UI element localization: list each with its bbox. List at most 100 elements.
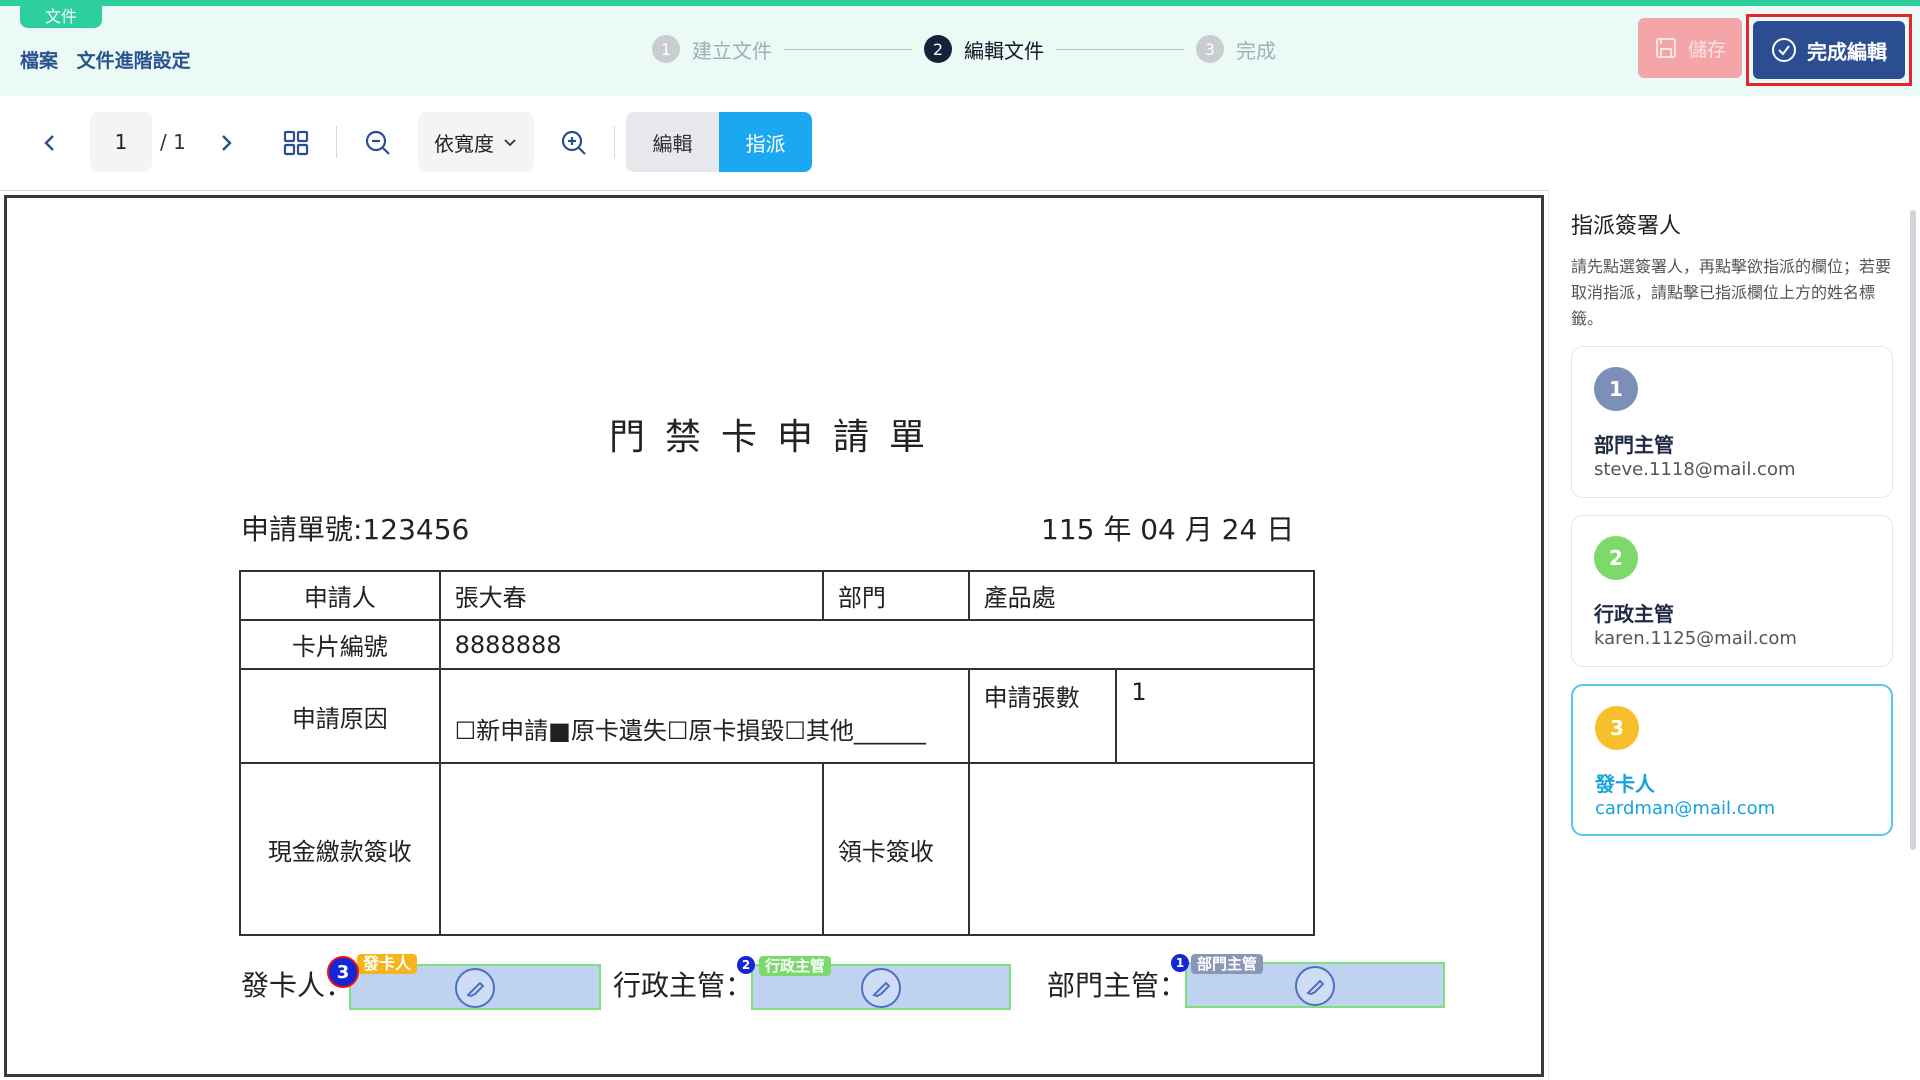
toolbar-divider [614, 126, 615, 158]
step-connector [1056, 48, 1184, 50]
label-cash-sign: 現金繳款簽收 [239, 762, 441, 936]
chevron-left-icon [44, 135, 54, 151]
form-number: 申請單號:123456 [241, 513, 470, 546]
pen-icon [872, 981, 891, 998]
label-reason: 申請原因 [239, 668, 441, 764]
save-button[interactable]: 儲存 [1638, 18, 1742, 78]
step-connector [784, 48, 912, 50]
pen-icon [466, 981, 485, 998]
zoom-out-button[interactable] [358, 124, 398, 162]
thumbnail-grid-button[interactable] [276, 124, 316, 162]
panel-title: 指派簽署人 [1571, 214, 1682, 239]
step-finish: 3 完成 [1196, 35, 1276, 64]
assignee-number-badge: 2 [737, 956, 755, 974]
page-total: / 1 [160, 130, 186, 154]
label-applicant: 申請人 [239, 570, 441, 621]
breadcrumb-item-advanced-settings: 文件進階設定 [76, 50, 191, 72]
panel-scrollbar[interactable] [1910, 210, 1916, 850]
step-number: 2 [924, 35, 952, 63]
signer-number-badge: 1 [1594, 367, 1638, 411]
form-date: 115 年 04 月 24 日 [1041, 513, 1295, 546]
save-icon [1655, 38, 1676, 58]
signer-number-badge: 3 [1595, 706, 1639, 750]
chevron-down-icon [504, 139, 516, 147]
header-accent-bar [0, 0, 1920, 6]
value-count: 1 [1115, 668, 1315, 764]
next-page-button[interactable] [206, 128, 246, 158]
signer-number-badge: 2 [1594, 536, 1638, 580]
label-department: 部門 [821, 570, 970, 621]
signature-pen-icon [861, 968, 901, 1008]
signer-email: cardman@mail.com [1595, 798, 1776, 819]
check-circle-icon [1772, 38, 1796, 62]
signer-email: steve.1118@mail.com [1594, 459, 1796, 480]
signer-role: 部門主管 [1594, 433, 1674, 457]
zoom-out-icon [365, 130, 390, 155]
zoom-in-icon [561, 130, 586, 155]
step-number: 3 [1196, 35, 1224, 63]
assignee-tag-issuer[interactable]: 發卡人 [357, 954, 418, 974]
mode-edit-button[interactable]: 編輯 [626, 112, 719, 172]
step-label: 建立文件 [692, 38, 772, 63]
prev-page-button[interactable] [30, 128, 70, 158]
document-page: 門禁卡申請單 申請單號:123456 115 年 04 月 24 日 申請人 張… [4, 195, 1544, 1077]
mode-assign-button[interactable]: 指派 [719, 112, 812, 172]
label-card-no: 卡片編號 [239, 619, 441, 670]
save-label: 儲存 [1687, 38, 1726, 61]
signer-email: karen.1125@mail.com [1594, 628, 1797, 649]
top-header: 文件 檔案 文件進階設定 1 建立文件 2 編輯文件 3 完成 儲存 完成編輯 [0, 0, 1920, 96]
value-reason: ☐新申請■原卡遺失☐原卡損毀☐其他______ [438, 668, 970, 764]
document-viewer: 門禁卡申請單 申請單號:123456 115 年 04 月 24 日 申請人 張… [0, 190, 1548, 1080]
document-title: 門禁卡申請單 [608, 417, 945, 458]
breadcrumb: 檔案 文件進階設定 [20, 46, 203, 73]
signer-role: 發卡人 [1595, 772, 1655, 796]
grid-icon [283, 130, 309, 156]
finish-edit-label: 完成編輯 [1807, 39, 1887, 64]
assignee-tag-dept[interactable]: 部門主管 [1191, 954, 1264, 974]
cash-sign-cell [438, 762, 824, 936]
sig-label-admin: 行政主管： [613, 969, 754, 1002]
value-card-no: 8888888 [438, 619, 1316, 670]
signer-card-1[interactable]: 1 部門主管 steve.1118@mail.com [1571, 346, 1893, 498]
assignee-number-badge: 1 [1171, 954, 1189, 972]
step-label: 編輯文件 [964, 38, 1044, 63]
receive-sign-cell [967, 762, 1316, 936]
sig-label-dept: 部門主管： [1047, 969, 1188, 1002]
doc-tag: 文件 [20, 6, 102, 28]
stepper: 1 建立文件 2 編輯文件 3 完成 [652, 34, 1276, 64]
signature-pen-icon [1295, 966, 1335, 1006]
toolbar-divider [336, 126, 337, 158]
finish-edit-button[interactable]: 完成編輯 [1753, 21, 1905, 79]
table-row: 申請原因 ☐新申請■原卡遺失☐原卡損毀☐其他______ 申請張數 1 [239, 668, 1315, 764]
application-form-table: 申請人 張大春 部門 產品處 卡片編號 8888888 申請原因 ☐新申請■原卡… [239, 570, 1316, 936]
pen-icon [1306, 979, 1325, 996]
breadcrumb-item-files[interactable]: 檔案 [20, 50, 58, 72]
table-row: 卡片編號 8888888 [239, 619, 1316, 670]
signer-card-2[interactable]: 2 行政主管 karen.1125@mail.com [1571, 515, 1893, 667]
highlight-box: 完成編輯 [1746, 14, 1912, 86]
label-count: 申請張數 [967, 668, 1118, 764]
chevron-right-icon [222, 135, 232, 151]
assignee-tag-admin[interactable]: 行政主管 [759, 956, 832, 976]
assign-signers-panel: 指派簽署人 請先點選簽署人，再點擊欲指派的欄位；若要取消指派，請點擊已指派欄位上… [1548, 190, 1920, 1080]
zoom-in-button[interactable] [554, 124, 594, 162]
panel-description: 請先點選簽署人，再點擊欲指派的欄位；若要取消指派，請點擊已指派欄位上方的姓名標籤… [1571, 257, 1892, 328]
assignee-number-badge: 3 [327, 956, 359, 988]
value-applicant: 張大春 [438, 570, 824, 621]
step-label: 完成 [1236, 38, 1276, 63]
table-row: 現金繳款簽收 領卡簽收 [239, 762, 1316, 936]
step-create: 1 建立文件 [652, 35, 772, 64]
viewer-toolbar: / 1 依寬度 編輯 指派 [0, 96, 1920, 190]
value-department: 產品處 [967, 570, 1316, 621]
signer-card-3[interactable]: 3 發卡人 cardman@mail.com [1571, 684, 1893, 836]
signature-pen-icon [455, 968, 495, 1008]
signer-role: 行政主管 [1594, 602, 1674, 626]
page-number-input[interactable] [90, 112, 152, 172]
step-edit: 2 編輯文件 [924, 35, 1044, 64]
table-row: 申請人 張大春 部門 產品處 [239, 570, 1316, 621]
step-number: 1 [652, 35, 680, 63]
zoom-select[interactable]: 依寬度 [418, 112, 534, 172]
label-receive-sign: 領卡簽收 [821, 762, 970, 936]
mode-toggle: 編輯 指派 [626, 112, 812, 172]
zoom-value: 依寬度 [434, 131, 494, 156]
